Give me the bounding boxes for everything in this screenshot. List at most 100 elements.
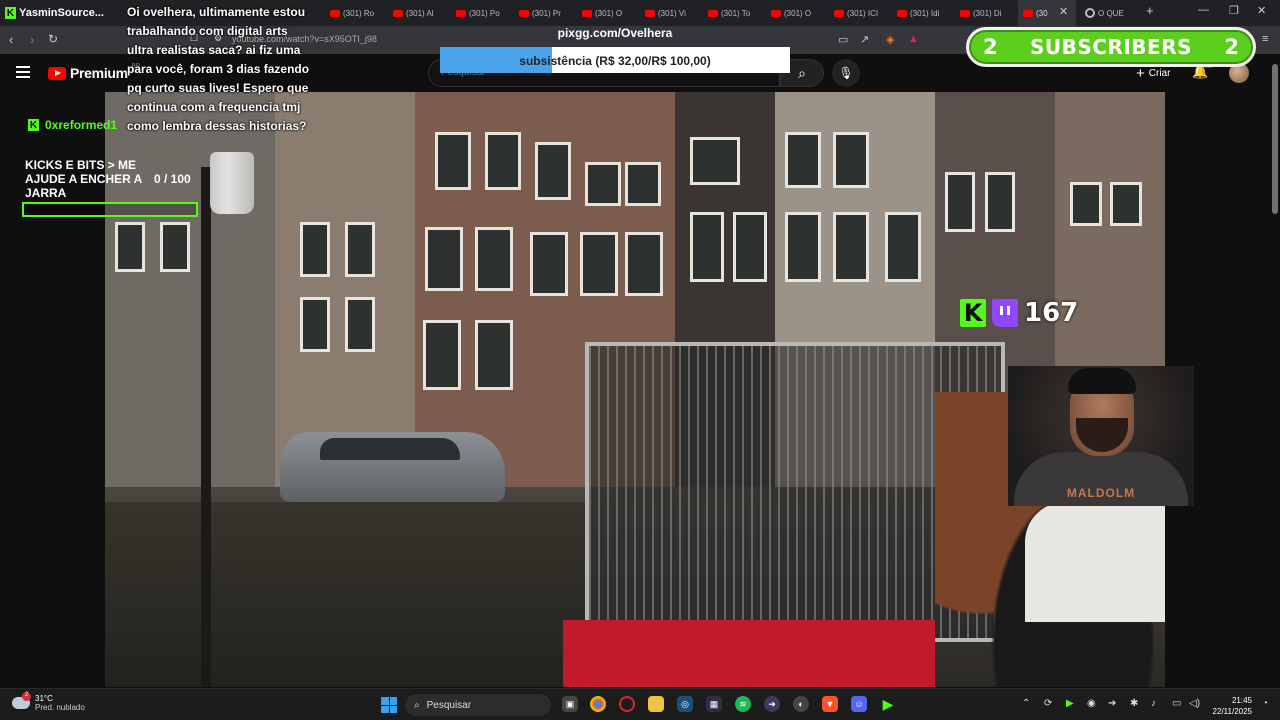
scroll-thumb[interactable] xyxy=(1272,64,1278,214)
microphone-icon: 🎙 xyxy=(838,66,854,80)
car-window xyxy=(320,438,460,460)
app-icon[interactable]: ➜ xyxy=(764,696,780,712)
brave-icon[interactable]: ▼ xyxy=(822,696,838,712)
video-player[interactable]: ▶ xyxy=(105,92,1165,687)
task-view-icon[interactable]: ▣ xyxy=(562,696,578,712)
cast-icon[interactable]: ▭ xyxy=(838,33,848,46)
window xyxy=(115,222,145,272)
tab-youtube[interactable]: (301) O xyxy=(577,0,640,26)
new-tab-icon[interactable]: + xyxy=(1146,3,1154,18)
tray-expand-icon[interactable]: ⌃ xyxy=(1022,698,1030,709)
tray-arrow-icon[interactable]: ➔ xyxy=(1108,698,1116,709)
share-icon[interactable]: ↗ xyxy=(860,33,869,46)
minimize-icon[interactable]: — xyxy=(1198,4,1209,16)
tab-youtube[interactable]: (301) Di xyxy=(955,0,1018,26)
chat-username-text: 0xreformed1 xyxy=(45,118,118,132)
tab-label: O QUE xyxy=(1098,8,1124,18)
menu-icon[interactable]: ≡ xyxy=(1262,33,1268,45)
window xyxy=(423,320,461,390)
close-window-icon[interactable]: ✕ xyxy=(1257,4,1266,17)
opera-icon[interactable] xyxy=(619,696,635,712)
brave-shield-icon[interactable]: ◈ xyxy=(886,33,894,46)
chat-message: Oi ovelhera, ultimamente estou trabalhan… xyxy=(127,5,310,133)
page-scrollbar[interactable] xyxy=(1270,54,1280,687)
youtube-icon xyxy=(582,9,592,17)
youtube-icon xyxy=(834,9,844,17)
youtube-icon xyxy=(1023,9,1033,17)
window xyxy=(345,222,375,277)
steam-icon[interactable]: ◎ xyxy=(677,696,693,712)
tab-youtube[interactable]: (301) O xyxy=(766,0,829,26)
window xyxy=(785,212,821,282)
clock[interactable]: 21:45 22/11/2025 xyxy=(1206,695,1252,717)
chat-username: K 0xreformed1 xyxy=(28,118,117,132)
window xyxy=(885,212,921,282)
voice-search-button[interactable]: 🎙 xyxy=(832,59,860,87)
tab-google[interactable]: O QUE xyxy=(1080,0,1136,26)
tab-label: (301) Idi xyxy=(910,8,940,18)
tab-label: (301) Ro xyxy=(343,8,375,18)
chrome-icon[interactable] xyxy=(590,696,606,712)
notification-center-icon[interactable]: ◔ xyxy=(1262,698,1268,709)
tab-label: (301) Po xyxy=(469,8,500,18)
bluetooth-icon[interactable]: ✱ xyxy=(1130,698,1138,709)
kick-badge-icon: K xyxy=(28,119,39,131)
maximize-icon[interactable]: ❐ xyxy=(1229,4,1239,17)
taskbar-search[interactable]: ⌕ Pesquisar xyxy=(405,694,551,716)
jar-goal-count: 0 / 100 xyxy=(154,172,191,186)
microphone-icon[interactable]: ♪ xyxy=(1151,698,1156,709)
youtube-icon xyxy=(771,9,781,17)
subscribers-count-left: 2 xyxy=(983,35,998,59)
tab-youtube[interactable]: (301) Al xyxy=(388,0,451,26)
viewer-count-widget: K 167 xyxy=(960,298,1078,328)
subscribers-count-right: 2 xyxy=(1224,35,1239,59)
webcam-shirt-text: MALDOLM xyxy=(1066,486,1136,500)
tab-youtube[interactable]: (301) Ro xyxy=(325,0,388,26)
plus-icon: + xyxy=(1136,64,1145,82)
play-tray-icon[interactable]: ▶ xyxy=(1066,698,1074,709)
youtube-icon xyxy=(393,9,403,17)
youtube-icon xyxy=(456,9,466,17)
window xyxy=(300,297,330,352)
streamer-webcam: MALDOLM xyxy=(1008,366,1194,506)
window xyxy=(300,222,330,277)
tab-youtube[interactable]: (301) Vi xyxy=(640,0,703,26)
volume-icon[interactable]: ◁) xyxy=(1189,698,1200,709)
pix-goal-title: pixgg.com/Ovelhera xyxy=(557,26,673,40)
obs-app-icon[interactable]: ▦ xyxy=(706,696,722,712)
spotify-icon[interactable]: ≋ xyxy=(735,696,751,712)
window xyxy=(585,162,621,206)
tab-youtube[interactable]: (301) To xyxy=(703,0,766,26)
window xyxy=(345,297,375,352)
discord-icon[interactable]: ☺ xyxy=(851,696,867,712)
window xyxy=(530,232,568,296)
tab-youtube[interactable]: (301) Pr xyxy=(514,0,577,26)
youtube-icon xyxy=(960,9,970,17)
obs-icon[interactable]: ◐ xyxy=(793,696,809,712)
tab-label: (301) O xyxy=(595,8,623,18)
weather-desc: Pred. nublado xyxy=(35,703,85,712)
search-icon: ⌕ xyxy=(414,699,420,711)
weather-temp: 31°C xyxy=(35,694,53,703)
cloud-icon: 2 xyxy=(12,692,31,709)
windows-start-icon[interactable] xyxy=(381,697,397,713)
network-icon[interactable]: ▭ xyxy=(1172,698,1181,709)
file-explorer-icon[interactable] xyxy=(648,696,664,712)
search-icon: ⌕ xyxy=(798,64,806,81)
tab-youtube[interactable]: (301) Idi xyxy=(892,0,955,26)
weather-badge: 2 xyxy=(22,692,31,701)
window xyxy=(475,227,513,291)
window xyxy=(625,162,661,206)
window xyxy=(580,232,618,296)
tray-app-icon[interactable]: ◉ xyxy=(1087,698,1096,709)
tab-youtube[interactable]: (301) Po xyxy=(451,0,514,26)
youtube-icon xyxy=(330,9,340,17)
person-shirt xyxy=(1025,502,1165,622)
sync-icon[interactable]: ⟳ xyxy=(1044,698,1052,709)
tab-youtube[interactable]: (301) ICI xyxy=(829,0,892,26)
brave-rewards-icon[interactable]: ▲ xyxy=(908,33,919,45)
google-icon xyxy=(1085,8,1095,18)
tab-close-icon[interactable]: ✕ xyxy=(1059,5,1068,18)
weather-widget[interactable]: 2 31°C Pred. nublado xyxy=(12,692,85,712)
streaming-app-icon[interactable]: ▶ xyxy=(880,696,896,712)
